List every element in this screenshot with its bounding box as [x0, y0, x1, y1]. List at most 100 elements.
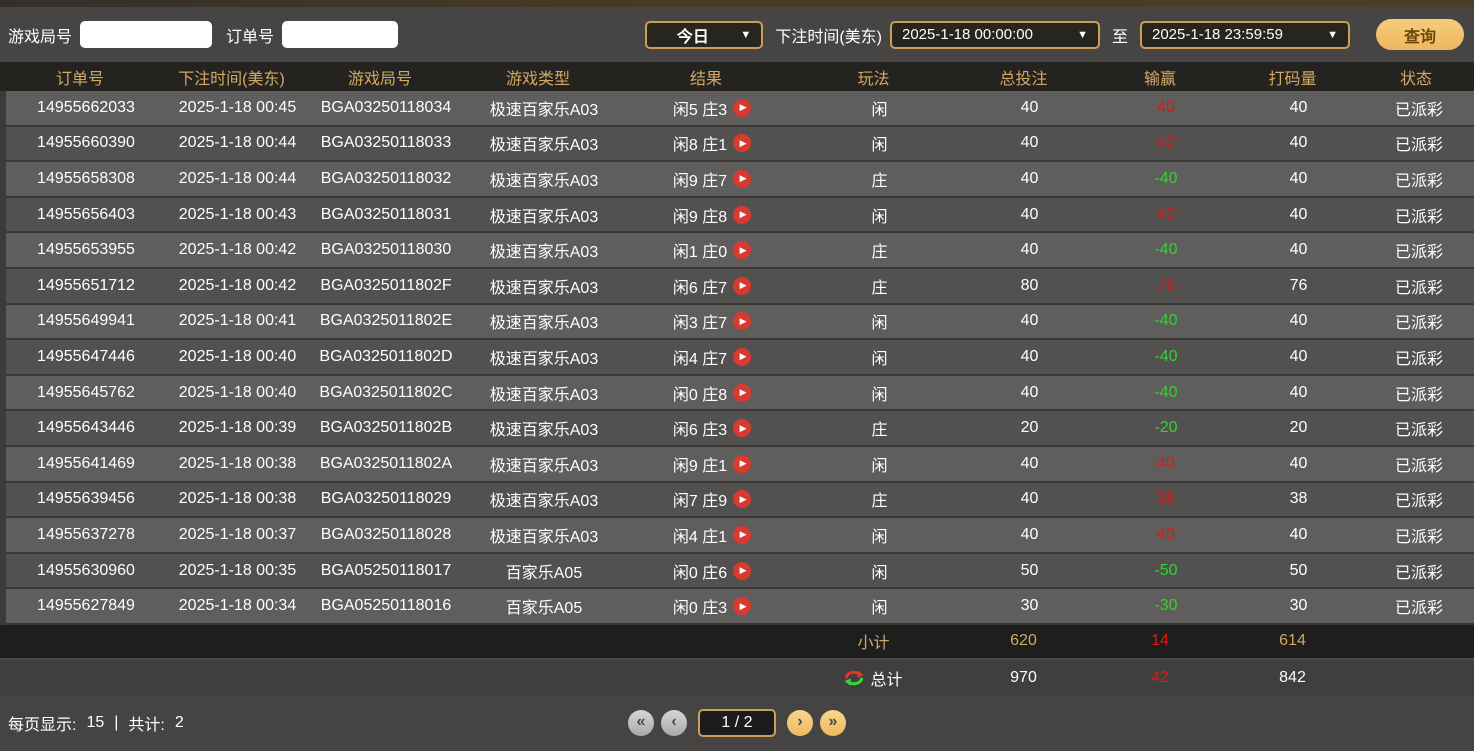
prev-page-button[interactable]: ‹ — [661, 710, 687, 736]
cell-turnover: 76 — [1233, 277, 1364, 295]
result-text: 闲4 庄1 — [673, 523, 727, 547]
cell-result: 闲6 庄7 ▶ — [625, 274, 799, 298]
cell-game-round: BGA03250118031 — [309, 206, 463, 224]
cell-win-loss: -50 — [1099, 562, 1233, 580]
cell-game-type: 极速百家乐A03 — [463, 274, 625, 298]
chevron-down-icon: ▼ — [1077, 29, 1088, 41]
end-time-select[interactable]: 2025-1-18 23:59:59 ▼ — [1140, 21, 1350, 49]
cell-turnover: 40 — [1233, 241, 1364, 259]
cell-bet-time: 2025-1-18 00:39 — [166, 419, 309, 437]
cell-turnover: 40 — [1233, 206, 1364, 224]
cell-game-type: 极速百家乐A03 — [463, 96, 625, 120]
total-count-value: 2 — [175, 714, 184, 732]
game-round-input[interactable] — [80, 21, 212, 48]
header-total-bet: 总投注 — [954, 65, 1093, 89]
cell-status: 已派彩 — [1364, 559, 1474, 583]
cell-turnover: 50 — [1233, 562, 1364, 580]
result-text: 闲6 庄3 — [673, 416, 727, 440]
cell-game-round: BGA05250118016 — [309, 597, 463, 615]
cell-order-no: 14955627849 — [6, 597, 166, 615]
cell-win-loss: 40 — [1099, 134, 1233, 152]
cell-order-no: 14955637278 — [6, 526, 166, 544]
play-video-icon[interactable]: ▶ — [733, 99, 751, 117]
cell-win-loss: 40 — [1099, 206, 1233, 224]
play-video-icon[interactable]: ▶ — [733, 170, 751, 188]
cell-status: 已派彩 — [1364, 345, 1474, 369]
play-video-icon[interactable]: ▶ — [733, 490, 751, 508]
cell-status: 已派彩 — [1364, 487, 1474, 511]
cell-bet-type: 闲 — [799, 203, 960, 227]
result-text: 闲3 庄7 — [673, 309, 727, 333]
page-info: 每页显示: 15 | 共计: 2 — [8, 711, 184, 735]
result-text: 闲8 庄1 — [673, 131, 727, 155]
cell-result: 闲1 庄0 ▶ — [625, 238, 799, 262]
play-video-icon[interactable]: ▶ — [733, 134, 751, 152]
play-video-icon[interactable]: ▶ — [733, 241, 751, 259]
cell-bet-time: 2025-1-18 00:42 — [166, 277, 309, 295]
start-time-select[interactable]: 2025-1-18 00:00:00 ▼ — [890, 21, 1100, 49]
cell-total-bet: 40 — [960, 99, 1099, 117]
cell-bet-time: 2025-1-18 00:44 — [166, 170, 309, 188]
subtotal-win-loss: 14 — [1093, 632, 1227, 650]
table-row: 14955649941 2025-1-18 00:41 BGA032501180… — [6, 305, 1474, 341]
cell-result: 闲4 庄1 ▶ — [625, 523, 799, 547]
result-text: 闲4 庄7 — [673, 345, 727, 369]
last-page-button[interactable]: » — [820, 710, 846, 736]
start-time-value: 2025-1-18 00:00:00 — [902, 26, 1033, 43]
cell-win-loss: 40 — [1099, 526, 1233, 544]
table-row: 14955630960 2025-1-18 00:35 BGA052501180… — [6, 554, 1474, 590]
table-row: 14955641469 2025-1-18 00:38 BGA032501180… — [6, 447, 1474, 483]
per-page-label: 每页显示: — [8, 711, 76, 735]
refresh-icon[interactable] — [844, 668, 864, 688]
cell-status: 已派彩 — [1364, 452, 1474, 476]
header-order-no: 订单号 — [0, 65, 160, 89]
table-row: 14955647446 2025-1-18 00:40 BGA032501180… — [6, 340, 1474, 376]
first-page-button[interactable]: « — [628, 710, 654, 736]
play-video-icon[interactable]: ▶ — [733, 597, 751, 615]
cell-bet-type: 闲 — [799, 452, 960, 476]
table-row: 14955658308 2025-1-18 00:44 BGA032501180… — [6, 162, 1474, 198]
cell-result: 闲9 庄7 ▶ — [625, 167, 799, 191]
play-video-icon[interactable]: ▶ — [733, 277, 751, 295]
cell-game-round: BGA0325011802A — [309, 455, 463, 473]
result-text: 闲9 庄8 — [673, 203, 727, 227]
play-video-icon[interactable]: ▶ — [733, 419, 751, 437]
subtotal-row: 小计 620 14 614 — [0, 625, 1474, 660]
cell-result: 闲0 庄6 ▶ — [625, 559, 799, 583]
cell-win-loss: -40 — [1099, 170, 1233, 188]
play-video-icon[interactable]: ▶ — [733, 206, 751, 224]
result-text: 闲0 庄8 — [673, 381, 727, 405]
cell-result: 闲8 庄1 ▶ — [625, 131, 799, 155]
play-video-icon[interactable]: ▶ — [733, 455, 751, 473]
pagination-bar: 每页显示: 15 | 共计: 2 « ‹ 1 / 2 › » — [0, 696, 1474, 751]
header-turnover: 打码量 — [1227, 65, 1358, 89]
cell-order-no: 14955649941 — [6, 312, 166, 330]
to-label: 至 — [1112, 23, 1128, 47]
cell-bet-time: 2025-1-18 00:45 — [166, 99, 309, 117]
cell-game-round: BGA0325011802F — [309, 277, 463, 295]
cell-result: 闲7 庄9 ▶ — [625, 487, 799, 511]
play-video-icon[interactable]: ▶ — [733, 562, 751, 580]
cell-total-bet: 40 — [960, 348, 1099, 366]
cell-total-bet: 20 — [960, 419, 1099, 437]
game-round-label: 游戏局号 — [8, 23, 72, 47]
total-label: 总计 — [870, 666, 902, 690]
result-text: 闲6 庄7 — [673, 274, 727, 298]
cell-game-round: BGA05250118017 — [309, 562, 463, 580]
order-no-input[interactable] — [282, 21, 398, 48]
play-video-icon[interactable]: ▶ — [733, 348, 751, 366]
next-page-button[interactable]: › — [787, 710, 813, 736]
play-video-icon[interactable]: ▶ — [733, 384, 751, 402]
cell-result: 闲0 庄3 ▶ — [625, 594, 799, 618]
result-text: 闲5 庄3 — [673, 96, 727, 120]
cell-total-bet: 40 — [960, 490, 1099, 508]
cell-bet-type: 庄 — [799, 238, 960, 262]
date-range-select[interactable]: 今日 ▼ — [645, 21, 763, 49]
cell-result: 闲5 庄3 ▶ — [625, 96, 799, 120]
cell-bet-type: 闲 — [799, 559, 960, 583]
play-video-icon[interactable]: ▶ — [733, 312, 751, 330]
cell-bet-type: 闲 — [799, 131, 960, 155]
play-video-icon[interactable]: ▶ — [733, 526, 751, 544]
header-bet-time: 下注时间(美东) — [160, 65, 303, 89]
search-button[interactable]: 查询 — [1376, 19, 1464, 50]
